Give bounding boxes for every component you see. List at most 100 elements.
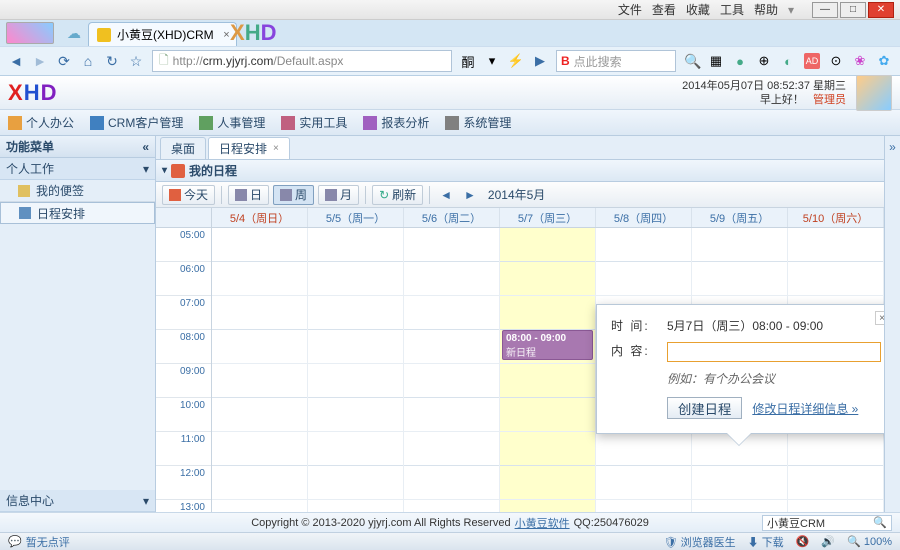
- status-sound-icon[interactable]: 🔊: [821, 535, 835, 548]
- hour-label: 11:00: [156, 432, 211, 466]
- nav-forward-icon[interactable]: ►: [32, 53, 48, 69]
- ext-6-icon[interactable]: ⊙: [828, 53, 844, 69]
- week-view-button[interactable]: 周: [273, 185, 314, 205]
- edit-detail-link[interactable]: 修改日程详细信息 »: [752, 400, 858, 417]
- right-panel-toggle[interactable]: »: [884, 136, 900, 512]
- nav-star-icon[interactable]: ☆: [128, 53, 144, 70]
- window-close-button[interactable]: ✕: [868, 2, 894, 18]
- week-icon: [280, 189, 292, 201]
- browser-user-avatar[interactable]: [6, 22, 54, 44]
- next-period-icon[interactable]: ►: [460, 188, 480, 202]
- browser-tab[interactable]: 小黄豆(XHD)CRM ×: [88, 22, 237, 46]
- tab-desktop[interactable]: 桌面: [160, 137, 206, 159]
- day-column[interactable]: 08:00 - 09:00新日程: [500, 228, 596, 512]
- day-view-button[interactable]: 日: [228, 185, 269, 205]
- hour-label: 13:00: [156, 500, 211, 512]
- nav-back-icon[interactable]: ◄: [8, 53, 24, 69]
- prev-period-icon[interactable]: ◄: [436, 188, 456, 202]
- hr-icon: [199, 116, 213, 130]
- status-left[interactable]: 暂无点评: [26, 534, 70, 550]
- crm-icon: [90, 116, 104, 130]
- hour-label: 06:00: [156, 262, 211, 296]
- window-maximize-button[interactable]: □: [840, 2, 866, 18]
- search-placeholder: 点此搜索: [574, 53, 622, 70]
- menu-dropdown-icon[interactable]: ▾: [788, 3, 794, 17]
- event-time: 08:00 - 09:00: [506, 333, 589, 344]
- calendar-event[interactable]: 08:00 - 09:00新日程: [502, 330, 593, 360]
- menu-help[interactable]: 帮助: [754, 1, 778, 18]
- url-protocol: http://: [173, 54, 203, 68]
- status-mute-icon[interactable]: 🔇: [796, 535, 810, 548]
- sidebar-group-info[interactable]: 信息中心 ▾: [0, 490, 155, 512]
- browser-tab-strip: ☁ 小黄豆(XHD)CRM × XHD: [0, 20, 900, 46]
- menu-file[interactable]: 文件: [618, 1, 642, 18]
- nav-reports[interactable]: 报表分析: [363, 114, 429, 131]
- tab-schedule[interactable]: 日程安排×: [208, 137, 290, 159]
- tab-close-icon[interactable]: ×: [223, 29, 229, 41]
- popup-content-input[interactable]: [667, 342, 881, 362]
- ext-5-icon[interactable]: AD: [804, 53, 820, 69]
- comment-icon: 💬: [8, 535, 22, 548]
- create-event-button[interactable]: 创建日程: [667, 397, 742, 419]
- menu-view[interactable]: 查看: [652, 1, 676, 18]
- month-view-button[interactable]: 月: [318, 185, 359, 205]
- ext-3-icon[interactable]: ⊕: [756, 53, 772, 69]
- ext-1-icon[interactable]: ▦: [708, 53, 724, 69]
- nav-hr[interactable]: 人事管理: [199, 114, 265, 131]
- status-doctor[interactable]: 🛡 浏览器医生: [664, 534, 736, 550]
- popup-close-button[interactable]: ×: [875, 311, 884, 325]
- ext-8-icon[interactable]: ✿: [876, 53, 892, 69]
- refresh-button[interactable]: ↻刷新: [372, 185, 423, 205]
- sidebar-item-schedule[interactable]: 日程安排: [0, 202, 155, 224]
- sidebar-item-notes[interactable]: 我的便签: [0, 180, 155, 202]
- calendar-toolbar: 今天 日 周 月 ↻刷新 ◄ ► 2014年5月: [156, 182, 884, 208]
- today-button[interactable]: 今天: [162, 185, 215, 205]
- sidebar-collapse-icon[interactable]: «: [142, 140, 149, 154]
- nav-home-icon[interactable]: ⌂: [80, 53, 96, 69]
- footer-search-input[interactable]: 小黄豆CRM 🔍: [762, 515, 892, 531]
- day-column[interactable]: [212, 228, 308, 512]
- hour-label: 12:00: [156, 466, 211, 500]
- browser-search-input[interactable]: B 点此搜索: [556, 50, 676, 72]
- menu-tools[interactable]: 工具: [720, 1, 744, 18]
- dropdown-icon[interactable]: ▾: [484, 53, 500, 69]
- window-minimize-button[interactable]: —: [812, 2, 838, 18]
- day-header: 5/9（周五）: [692, 208, 788, 227]
- play-icon[interactable]: ▶: [532, 53, 548, 69]
- search-go-icon[interactable]: 🔍: [684, 53, 700, 70]
- menu-fav[interactable]: 收藏: [686, 1, 710, 18]
- popup-hint: 例如：有个办公会议: [667, 370, 881, 387]
- status-download[interactable]: ⬇ 下载: [748, 534, 784, 550]
- url-host: crm.yjyrj.com: [203, 54, 274, 68]
- url-path: /Default.aspx: [273, 54, 343, 68]
- collapse-icon[interactable]: ▾: [162, 165, 167, 176]
- status-zoom[interactable]: 🔍 100%: [847, 535, 892, 548]
- footer-link[interactable]: 小黄豆软件: [515, 515, 570, 531]
- url-input[interactable]: 🗋 http://crm.yjyrj.com/Default.aspx: [152, 50, 452, 72]
- hour-label: 07:00: [156, 296, 211, 330]
- hour-label: 09:00: [156, 364, 211, 398]
- page-tabs: 桌面 日程安排×: [156, 136, 884, 160]
- tools-icon: [281, 116, 295, 130]
- flash-icon[interactable]: ⚡: [508, 53, 524, 69]
- nav-reload-icon[interactable]: ⟳: [56, 53, 72, 70]
- home-icon: [8, 116, 22, 130]
- day-header: 5/8（周四）: [596, 208, 692, 227]
- user-avatar[interactable]: [856, 75, 892, 111]
- ext-4-icon[interactable]: ◐: [780, 53, 796, 69]
- cloud-icon[interactable]: ☁: [66, 25, 82, 42]
- nav-system[interactable]: 系统管理: [445, 114, 511, 131]
- compat-icon[interactable]: 酮: [460, 53, 476, 69]
- header-role[interactable]: 管理员: [813, 94, 846, 106]
- sidebar-group-personal[interactable]: 个人工作 ▾: [0, 158, 155, 180]
- hour-label: 10:00: [156, 398, 211, 432]
- ext-7-icon[interactable]: ❀: [852, 53, 868, 69]
- nav-crm[interactable]: CRM客户管理: [90, 114, 183, 131]
- nav-personal[interactable]: 个人办公: [8, 114, 74, 131]
- day-column[interactable]: [404, 228, 500, 512]
- nav-restore-icon[interactable]: ↻: [104, 53, 120, 70]
- day-column[interactable]: [308, 228, 404, 512]
- tab-close-icon[interactable]: ×: [273, 143, 279, 154]
- nav-tools[interactable]: 实用工具: [281, 114, 347, 131]
- ext-2-icon[interactable]: ●: [732, 53, 748, 69]
